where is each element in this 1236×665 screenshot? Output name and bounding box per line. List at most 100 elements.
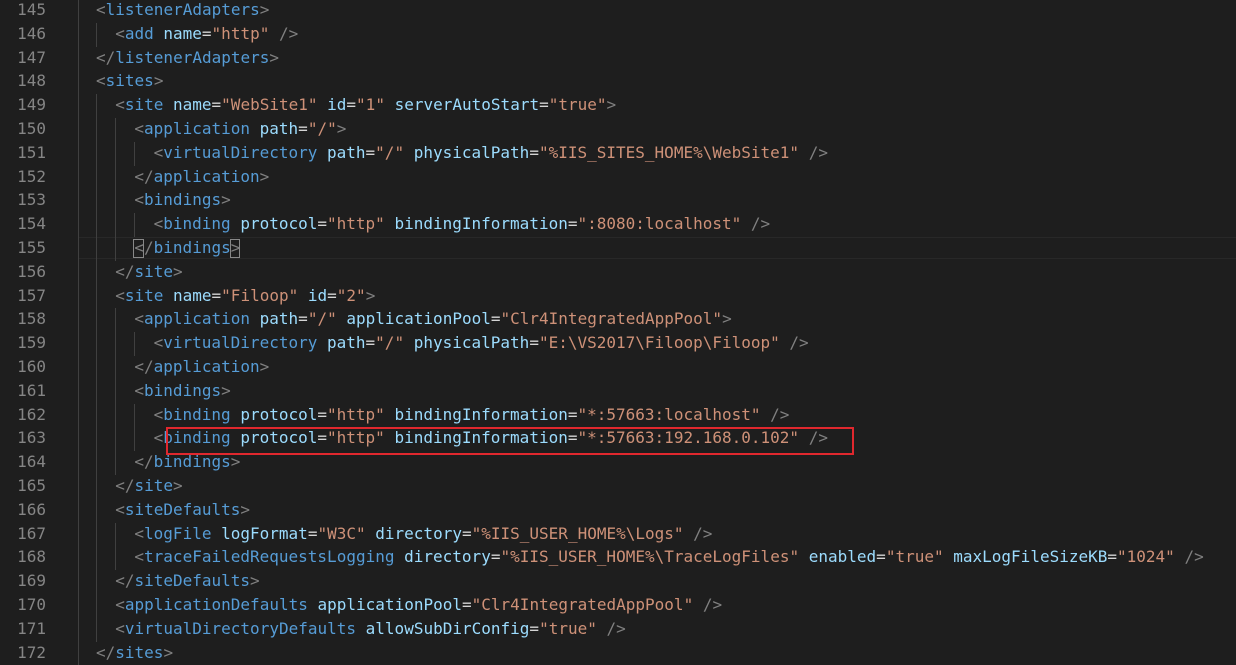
code-line[interactable]: 155 </bindings>	[0, 236, 1236, 260]
code-text[interactable]: <binding protocol="http" bindingInformat…	[154, 403, 790, 427]
code-text[interactable]: </application>	[134, 355, 269, 379]
code-text[interactable]: </listenerAdapters>	[96, 46, 279, 70]
code-text[interactable]: <siteDefaults>	[115, 498, 250, 522]
code-line[interactable]: 165 </site>	[0, 474, 1236, 498]
tag-name: sites	[115, 642, 164, 662]
equals-sign: =	[298, 309, 308, 329]
code-text[interactable]: </sites>	[96, 641, 173, 665]
indent-guide	[78, 427, 79, 452]
indent-guide	[78, 498, 79, 523]
indent-guide	[115, 379, 117, 404]
code-text[interactable]: <application path="/" applicationPool="C…	[134, 307, 731, 331]
indent-guide	[78, 475, 79, 499]
code-editor[interactable]: 145 <listenerAdapters> 146 <add name="http"…	[0, 0, 1236, 665]
tag-name: application	[153, 357, 260, 376]
code-text[interactable]: <application path="/">	[134, 117, 346, 141]
line-number: 145	[17, 0, 46, 19]
code-line[interactable]: 157 <site name="Filoop" id="2">	[0, 284, 1236, 308]
attribute-value: "http"	[327, 404, 385, 424]
indent-guide	[96, 522, 97, 547]
code-text[interactable]: </application>	[134, 165, 269, 189]
equals-sign: =	[876, 547, 886, 567]
code-text[interactable]: <add name="http" />	[115, 22, 298, 46]
indent-guide	[78, 379, 79, 404]
code-line[interactable]: 149 <site name="WebSite1" id="1" serverAu…	[0, 93, 1236, 117]
indent-guide	[78, 118, 79, 142]
indent-guide	[78, 617, 79, 642]
punctuation: <	[115, 285, 125, 305]
equals-sign: =	[462, 595, 472, 614]
punctuation: <	[134, 309, 145, 329]
tag-name: virtualDirectoryDefaults	[124, 618, 357, 638]
code-line[interactable]: 168 <traceFailedRequestsLogging directory…	[0, 545, 1236, 569]
code-line[interactable]: 170 <applicationDefaults applicationPool=…	[0, 593, 1236, 617]
attribute-value: "WebSite1"	[221, 95, 318, 115]
code-line[interactable]: 159 <virtualDirectory path="/" physicalPa…	[0, 331, 1236, 355]
equals-sign: =	[529, 618, 540, 638]
code-text[interactable]: </siteDefaults>	[115, 569, 260, 593]
code-line[interactable]: 152 </application>	[0, 165, 1236, 189]
code-text[interactable]: <traceFailedRequestsLogging directory = "%…	[134, 545, 1203, 569]
indent-guide	[115, 427, 117, 452]
indent-guide	[115, 308, 117, 333]
code-text[interactable]: <binding protocol="http" bindingInformat…	[154, 212, 771, 236]
code-line[interactable]: 167 <logFile logFormat="W3C" directory="%…	[0, 522, 1236, 546]
code-text[interactable]: <bindings>	[134, 379, 230, 403]
equals-sign: =	[365, 142, 376, 162]
line-number: 159	[17, 333, 46, 353]
code-line[interactable]: 151 <virtualDirectory path="/" physicalPa…	[0, 141, 1236, 165]
code-text[interactable]: <sites>	[96, 69, 163, 93]
code-text[interactable]: <virtualDirectory path="/" physicalPath=…	[154, 331, 809, 355]
punctuation: <	[153, 404, 164, 424]
code-text[interactable]: <listenerAdapters>	[96, 0, 269, 22]
code-line[interactable]: 156 </site>	[0, 260, 1236, 284]
code-text[interactable]: <virtualDirectory path="/" physicalPath=…	[154, 141, 828, 165]
code-line[interactable]: 145 <listenerAdapters>	[0, 0, 1236, 22]
code-line[interactable]: 166 <siteDefaults>	[0, 498, 1236, 522]
code-line[interactable]: 169 </siteDefaults>	[0, 569, 1236, 593]
code-text[interactable]: </site>	[115, 474, 182, 498]
line-number: 163	[17, 428, 46, 448]
code-line[interactable]: 147 </listenerAdapters>	[0, 46, 1236, 70]
code-line[interactable]: 158 <application path="/" applicationPool…	[0, 307, 1236, 331]
code-text[interactable]: <virtualDirectoryDefaults allowSubDirCon…	[115, 617, 626, 641]
code-text[interactable]: <site name="WebSite1" id="1" serverAutoS…	[115, 93, 616, 117]
code-line[interactable]: 146 <add name="http" />	[0, 22, 1236, 46]
tag-name: listenerAdapters	[115, 47, 270, 67]
attribute-value: ":8080:localhost"	[577, 214, 742, 234]
line-number: 171	[17, 618, 46, 638]
punctuation: </	[115, 261, 135, 281]
code-text[interactable]: <site name="Filoop" id="2">	[115, 284, 375, 308]
code-line[interactable]: 154 <binding protocol="http" bindingInfor…	[0, 212, 1236, 236]
code-line[interactable]: 172 </sites>	[0, 641, 1236, 665]
tag-name: virtualDirectory	[163, 142, 318, 162]
code-text[interactable]: <applicationDefaults applicationPool="Cl…	[115, 593, 722, 617]
code-line[interactable]: 171 <virtualDirectoryDefaults allowSubDir…	[0, 617, 1236, 641]
indent-guide	[115, 546, 117, 571]
code-line[interactable]: 153 <bindings>	[0, 188, 1236, 212]
code-text[interactable]: </site>	[115, 260, 182, 284]
attribute-value: "Filoop"	[221, 285, 299, 305]
code-line[interactable]: 162 <binding protocol="http" bindingInfor…	[0, 403, 1236, 427]
code-line[interactable]: 160 </application>	[0, 355, 1236, 379]
line-number: 146	[17, 23, 46, 43]
code-line[interactable]: 161 <bindings>	[0, 379, 1236, 403]
code-line[interactable]: 148 <sites>	[0, 69, 1236, 93]
code-text[interactable]: </bindings>	[134, 236, 240, 260]
indent-guide	[96, 118, 97, 142]
line-number: 148	[17, 71, 46, 91]
indent-guide	[96, 332, 97, 356]
attribute-name: serverAutoStart	[394, 95, 540, 115]
attribute-value: "/"	[375, 142, 405, 162]
code-text[interactable]: <bindings>	[134, 188, 230, 212]
code-text[interactable]: <logFile logFormat="W3C" directory="%IIS…	[134, 522, 712, 546]
code-text[interactable]: </bindings>	[134, 450, 240, 474]
code-line[interactable]: 164 </bindings>	[0, 450, 1236, 474]
attribute-name: name	[173, 95, 212, 115]
indent-guide	[78, 22, 79, 47]
attribute-value: "true"	[885, 547, 944, 567]
code-line[interactable]: 150 <application path="/">	[0, 117, 1236, 141]
